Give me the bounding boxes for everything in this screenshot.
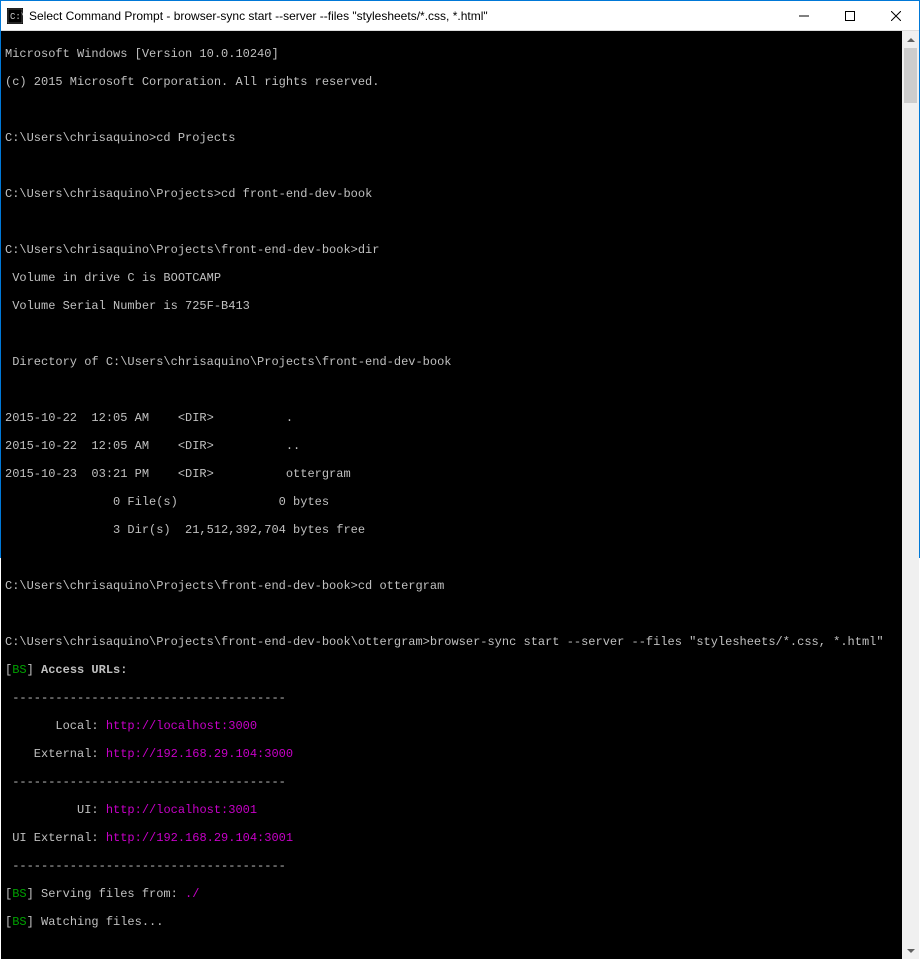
terminal-line: Local: http://localhost:3000 bbox=[5, 719, 898, 733]
external-url: http://192.168.29.104:3000 bbox=[106, 747, 293, 761]
command: browser-sync start --server --files "sty… bbox=[430, 635, 884, 649]
terminal-line bbox=[5, 159, 898, 173]
prompt: C:\Users\chrisaquino\Projects> bbox=[5, 187, 221, 201]
ui-label: UI: bbox=[5, 803, 106, 817]
bs-tag: BS bbox=[12, 663, 26, 677]
serving-path: ./ bbox=[185, 887, 199, 901]
terminal-line: 2015-10-22 12:05 AM <DIR> .. bbox=[5, 439, 898, 453]
command: dir bbox=[358, 243, 380, 257]
command: cd Projects bbox=[156, 131, 235, 145]
scroll-thumb[interactable] bbox=[904, 48, 917, 103]
close-button[interactable] bbox=[873, 1, 919, 31]
terminal-line: [BS] Watching files... bbox=[5, 915, 898, 929]
titlebar: C:\ Select Command Prompt - browser-sync… bbox=[1, 1, 919, 31]
scroll-down-button[interactable] bbox=[902, 942, 919, 959]
terminal-line: C:\Users\chrisaquino\Projects>cd front-e… bbox=[5, 187, 898, 201]
terminal-line: C:\Users\chrisaquino\Projects\front-end-… bbox=[5, 635, 898, 649]
local-label: Local: bbox=[5, 719, 106, 733]
scroll-up-button[interactable] bbox=[902, 31, 919, 48]
bracket: [ bbox=[5, 915, 12, 929]
terminal-line bbox=[5, 383, 898, 397]
divider: -------------------------------------- bbox=[5, 859, 898, 873]
terminal-content[interactable]: Microsoft Windows [Version 10.0.10240] (… bbox=[1, 31, 902, 959]
terminal-line: (c) 2015 Microsoft Corporation. All righ… bbox=[5, 75, 898, 89]
terminal-line: External: http://192.168.29.104:3000 bbox=[5, 747, 898, 761]
terminal-line: 3 Dir(s) 21,512,392,704 bytes free bbox=[5, 523, 898, 537]
terminal-line bbox=[5, 103, 898, 117]
terminal-line: [BS] Serving files from: ./ bbox=[5, 887, 898, 901]
terminal-line bbox=[5, 327, 898, 341]
window-title: Select Command Prompt - browser-sync sta… bbox=[29, 9, 781, 23]
ui-external-label: UI External: bbox=[5, 831, 106, 845]
prompt: C:\Users\chrisaquino\Projects\front-end-… bbox=[5, 635, 430, 649]
terminal-line: Microsoft Windows [Version 10.0.10240] bbox=[5, 47, 898, 61]
serving-label: Serving files from: bbox=[34, 887, 185, 901]
command: cd ottergram bbox=[358, 579, 444, 593]
terminal-line: C:\Users\chrisaquino>cd Projects bbox=[5, 131, 898, 145]
terminal-line: 2015-10-23 03:21 PM <DIR> ottergram bbox=[5, 467, 898, 481]
prompt: C:\Users\chrisaquino> bbox=[5, 131, 156, 145]
bracket: [ bbox=[5, 663, 12, 677]
bracket: ] bbox=[27, 887, 34, 901]
local-url: http://localhost:3000 bbox=[106, 719, 257, 733]
svg-text:C:\: C:\ bbox=[10, 12, 23, 22]
terminal-line: C:\Users\chrisaquino\Projects\front-end-… bbox=[5, 243, 898, 257]
scroll-track[interactable] bbox=[902, 48, 919, 942]
terminal-line: 2015-10-22 12:05 AM <DIR> . bbox=[5, 411, 898, 425]
divider: -------------------------------------- bbox=[5, 691, 898, 705]
minimize-button[interactable] bbox=[781, 1, 827, 31]
scrollbar[interactable] bbox=[902, 31, 919, 959]
terminal-line: [BS] Access URLs: bbox=[5, 663, 898, 677]
watching-label: Watching files... bbox=[34, 915, 164, 929]
bs-tag: BS bbox=[12, 887, 26, 901]
cmd-icon: C:\ bbox=[7, 8, 23, 24]
prompt: C:\Users\chrisaquino\Projects\front-end-… bbox=[5, 243, 358, 257]
terminal-line bbox=[5, 215, 898, 229]
terminal-line: 0 File(s) 0 bytes bbox=[5, 495, 898, 509]
window: C:\ Select Command Prompt - browser-sync… bbox=[0, 0, 920, 558]
bracket: ] bbox=[27, 663, 34, 677]
titlebar-buttons bbox=[781, 1, 919, 31]
prompt: C:\Users\chrisaquino\Projects\front-end-… bbox=[5, 579, 358, 593]
bracket: ] bbox=[27, 915, 34, 929]
terminal-line: UI External: http://192.168.29.104:3001 bbox=[5, 831, 898, 845]
maximize-button[interactable] bbox=[827, 1, 873, 31]
command: cd front-end-dev-book bbox=[221, 187, 372, 201]
ui-external-url: http://192.168.29.104:3001 bbox=[106, 831, 293, 845]
terminal-line: UI: http://localhost:3001 bbox=[5, 803, 898, 817]
terminal-area: Microsoft Windows [Version 10.0.10240] (… bbox=[1, 31, 919, 959]
terminal-line bbox=[5, 551, 898, 565]
ui-url: http://localhost:3001 bbox=[106, 803, 257, 817]
terminal-line: Volume in drive C is BOOTCAMP bbox=[5, 271, 898, 285]
access-urls-label: Access URLs: bbox=[34, 663, 128, 677]
divider: -------------------------------------- bbox=[5, 775, 898, 789]
terminal-line: Volume Serial Number is 725F-B413 bbox=[5, 299, 898, 313]
terminal-line: C:\Users\chrisaquino\Projects\front-end-… bbox=[5, 579, 898, 593]
terminal-line bbox=[5, 607, 898, 621]
bracket: [ bbox=[5, 887, 12, 901]
external-label: External: bbox=[5, 747, 106, 761]
bs-tag: BS bbox=[12, 915, 26, 929]
terminal-line: Directory of C:\Users\chrisaquino\Projec… bbox=[5, 355, 898, 369]
